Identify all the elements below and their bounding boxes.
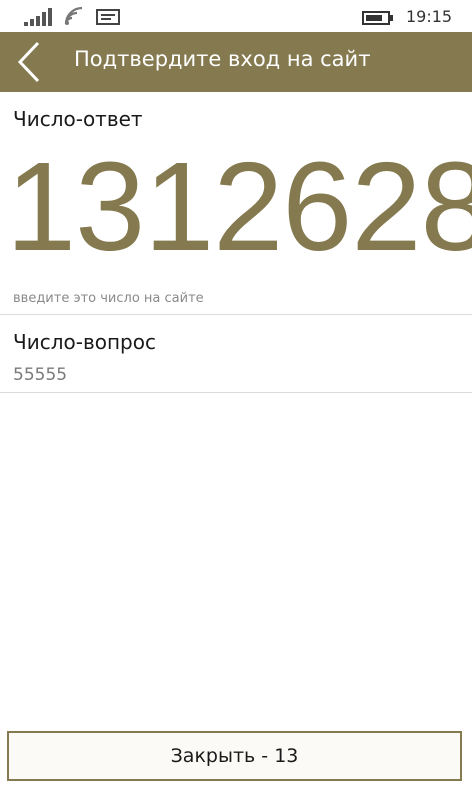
message-icon bbox=[96, 9, 120, 25]
answer-hint: введите это число на сайте bbox=[13, 291, 204, 306]
app-header: Подтвердите вход на сайт bbox=[0, 32, 472, 92]
answer-label: Число-ответ bbox=[13, 107, 143, 131]
question-value: 55555 bbox=[13, 365, 68, 385]
battery-icon bbox=[362, 11, 393, 25]
close-button[interactable]: Закрыть - 13 bbox=[7, 731, 462, 781]
back-button[interactable] bbox=[12, 40, 46, 84]
divider bbox=[0, 314, 472, 315]
page-title: Подтвердите вход на сайт bbox=[74, 47, 371, 71]
back-arrow-icon bbox=[17, 41, 40, 83]
signal-icon bbox=[24, 8, 52, 26]
divider bbox=[0, 392, 472, 393]
status-bar: 19:15 bbox=[0, 0, 472, 32]
close-button-label: Закрыть - 13 bbox=[170, 745, 299, 767]
wifi-icon bbox=[64, 6, 83, 25]
answer-number: 1312628 bbox=[6, 144, 472, 270]
status-time: 19:15 bbox=[406, 7, 453, 26]
question-label: Число-вопрос bbox=[13, 330, 156, 354]
